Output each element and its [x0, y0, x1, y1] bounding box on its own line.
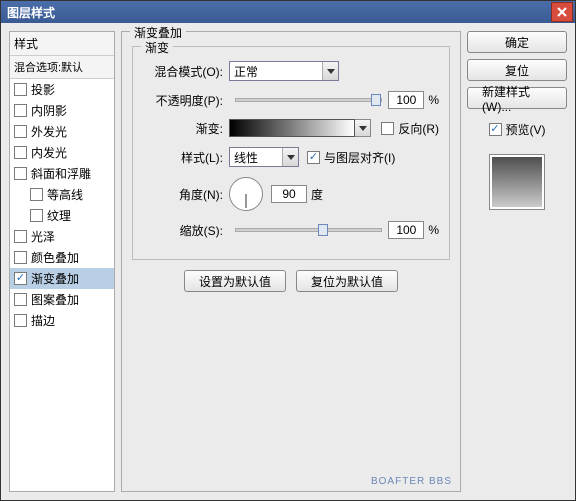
close-button[interactable] — [551, 2, 573, 22]
style-checkbox[interactable] — [14, 104, 27, 117]
opacity-label: 不透明度(P): — [143, 92, 223, 109]
style-item-label: 内发光 — [31, 144, 67, 161]
style-item-label: 斜面和浮雕 — [31, 165, 91, 182]
style-item-label: 描边 — [31, 312, 55, 329]
watermark: BOAFTER BBS — [371, 476, 452, 487]
scale-slider[interactable] — [235, 228, 382, 232]
style-item-label: 图案叠加 — [31, 291, 79, 308]
style-item[interactable]: 外发光 — [10, 121, 114, 142]
style-item[interactable]: 纹理 — [10, 205, 114, 226]
window-title: 图层样式 — [7, 4, 55, 21]
blend-mode-label: 混合模式(O): — [143, 63, 223, 80]
style-item[interactable]: 图案叠加 — [10, 289, 114, 310]
action-panel: 确定 复位 新建样式(W)... 预览(V) — [467, 31, 567, 492]
style-checkbox[interactable] — [14, 314, 27, 327]
style-checkbox[interactable] — [14, 272, 27, 285]
chevron-down-icon — [322, 62, 338, 80]
opacity-input[interactable]: 100 — [388, 91, 424, 109]
style-item[interactable]: 等高线 — [10, 184, 114, 205]
set-default-button[interactable]: 设置为默认值 — [184, 270, 286, 292]
ok-button[interactable]: 确定 — [467, 31, 567, 53]
style-checkbox[interactable] — [14, 83, 27, 96]
preview-label: 预览(V) — [506, 121, 546, 138]
blend-mode-select[interactable]: 正常 — [229, 61, 339, 81]
new-style-button[interactable]: 新建样式(W)... — [467, 87, 567, 109]
cancel-button[interactable]: 复位 — [467, 59, 567, 81]
preview-checkbox[interactable] — [489, 123, 502, 136]
style-checkbox[interactable] — [14, 146, 27, 159]
styles-header[interactable]: 样式 — [10, 32, 114, 56]
settings-panel: 渐变叠加 渐变 混合模式(O): 正常 不透明度(P): 100 % — [121, 31, 461, 492]
scale-unit: % — [428, 223, 439, 237]
style-item[interactable]: 渐变叠加 — [10, 268, 114, 289]
style-item[interactable]: 投影 — [10, 79, 114, 100]
style-checkbox[interactable] — [14, 167, 27, 180]
style-item[interactable]: 斜面和浮雕 — [10, 163, 114, 184]
opacity-unit: % — [428, 93, 439, 107]
gradient-dropdown-icon[interactable] — [355, 119, 371, 137]
style-checkbox[interactable] — [14, 125, 27, 138]
style-item-label: 光泽 — [31, 228, 55, 245]
close-icon — [556, 6, 568, 18]
style-item[interactable]: 内发光 — [10, 142, 114, 163]
style-checkbox[interactable] — [30, 209, 43, 222]
align-label: 与图层对齐(I) — [324, 149, 395, 166]
style-checkbox[interactable] — [14, 293, 27, 306]
style-label: 样式(L): — [143, 149, 223, 166]
style-item-label: 颜色叠加 — [31, 249, 79, 266]
opacity-slider[interactable] — [235, 98, 382, 102]
gradient-label: 渐变: — [143, 120, 223, 137]
preview-swatch — [489, 154, 545, 210]
style-item-label: 等高线 — [47, 186, 83, 203]
style-item-label: 内阴影 — [31, 102, 67, 119]
style-item-label: 投影 — [31, 81, 55, 98]
gradient-preview[interactable] — [229, 119, 355, 137]
style-select[interactable]: 线性 — [229, 147, 299, 167]
reverse-label: 反向(R) — [398, 120, 439, 137]
style-item[interactable]: 描边 — [10, 310, 114, 331]
scale-input[interactable]: 100 — [388, 221, 424, 239]
style-item-label: 纹理 — [47, 207, 71, 224]
chevron-down-icon — [282, 148, 298, 166]
style-item[interactable]: 内阴影 — [10, 100, 114, 121]
style-value: 线性 — [234, 149, 258, 166]
angle-input[interactable]: 90 — [271, 185, 307, 203]
angle-label: 角度(N): — [143, 186, 223, 203]
styles-list-panel: 样式 混合选项:默认 投影内阴影外发光内发光斜面和浮雕等高线纹理光泽颜色叠加渐变… — [9, 31, 115, 492]
style-checkbox[interactable] — [14, 251, 27, 264]
angle-unit: 度 — [311, 186, 323, 203]
style-checkbox[interactable] — [14, 230, 27, 243]
style-item[interactable]: 颜色叠加 — [10, 247, 114, 268]
blend-mode-value: 正常 — [234, 63, 258, 80]
angle-dial[interactable] — [229, 177, 263, 211]
reset-default-button[interactable]: 复位为默认值 — [296, 270, 398, 292]
inner-group-title: 渐变 — [141, 39, 173, 56]
style-item-label: 外发光 — [31, 123, 67, 140]
align-checkbox[interactable] — [307, 151, 320, 164]
style-item[interactable]: 光泽 — [10, 226, 114, 247]
scale-label: 缩放(S): — [143, 222, 223, 239]
blend-options-header[interactable]: 混合选项:默认 — [10, 56, 114, 79]
style-item-label: 渐变叠加 — [31, 270, 79, 287]
reverse-checkbox[interactable] — [381, 122, 394, 135]
style-checkbox[interactable] — [30, 188, 43, 201]
